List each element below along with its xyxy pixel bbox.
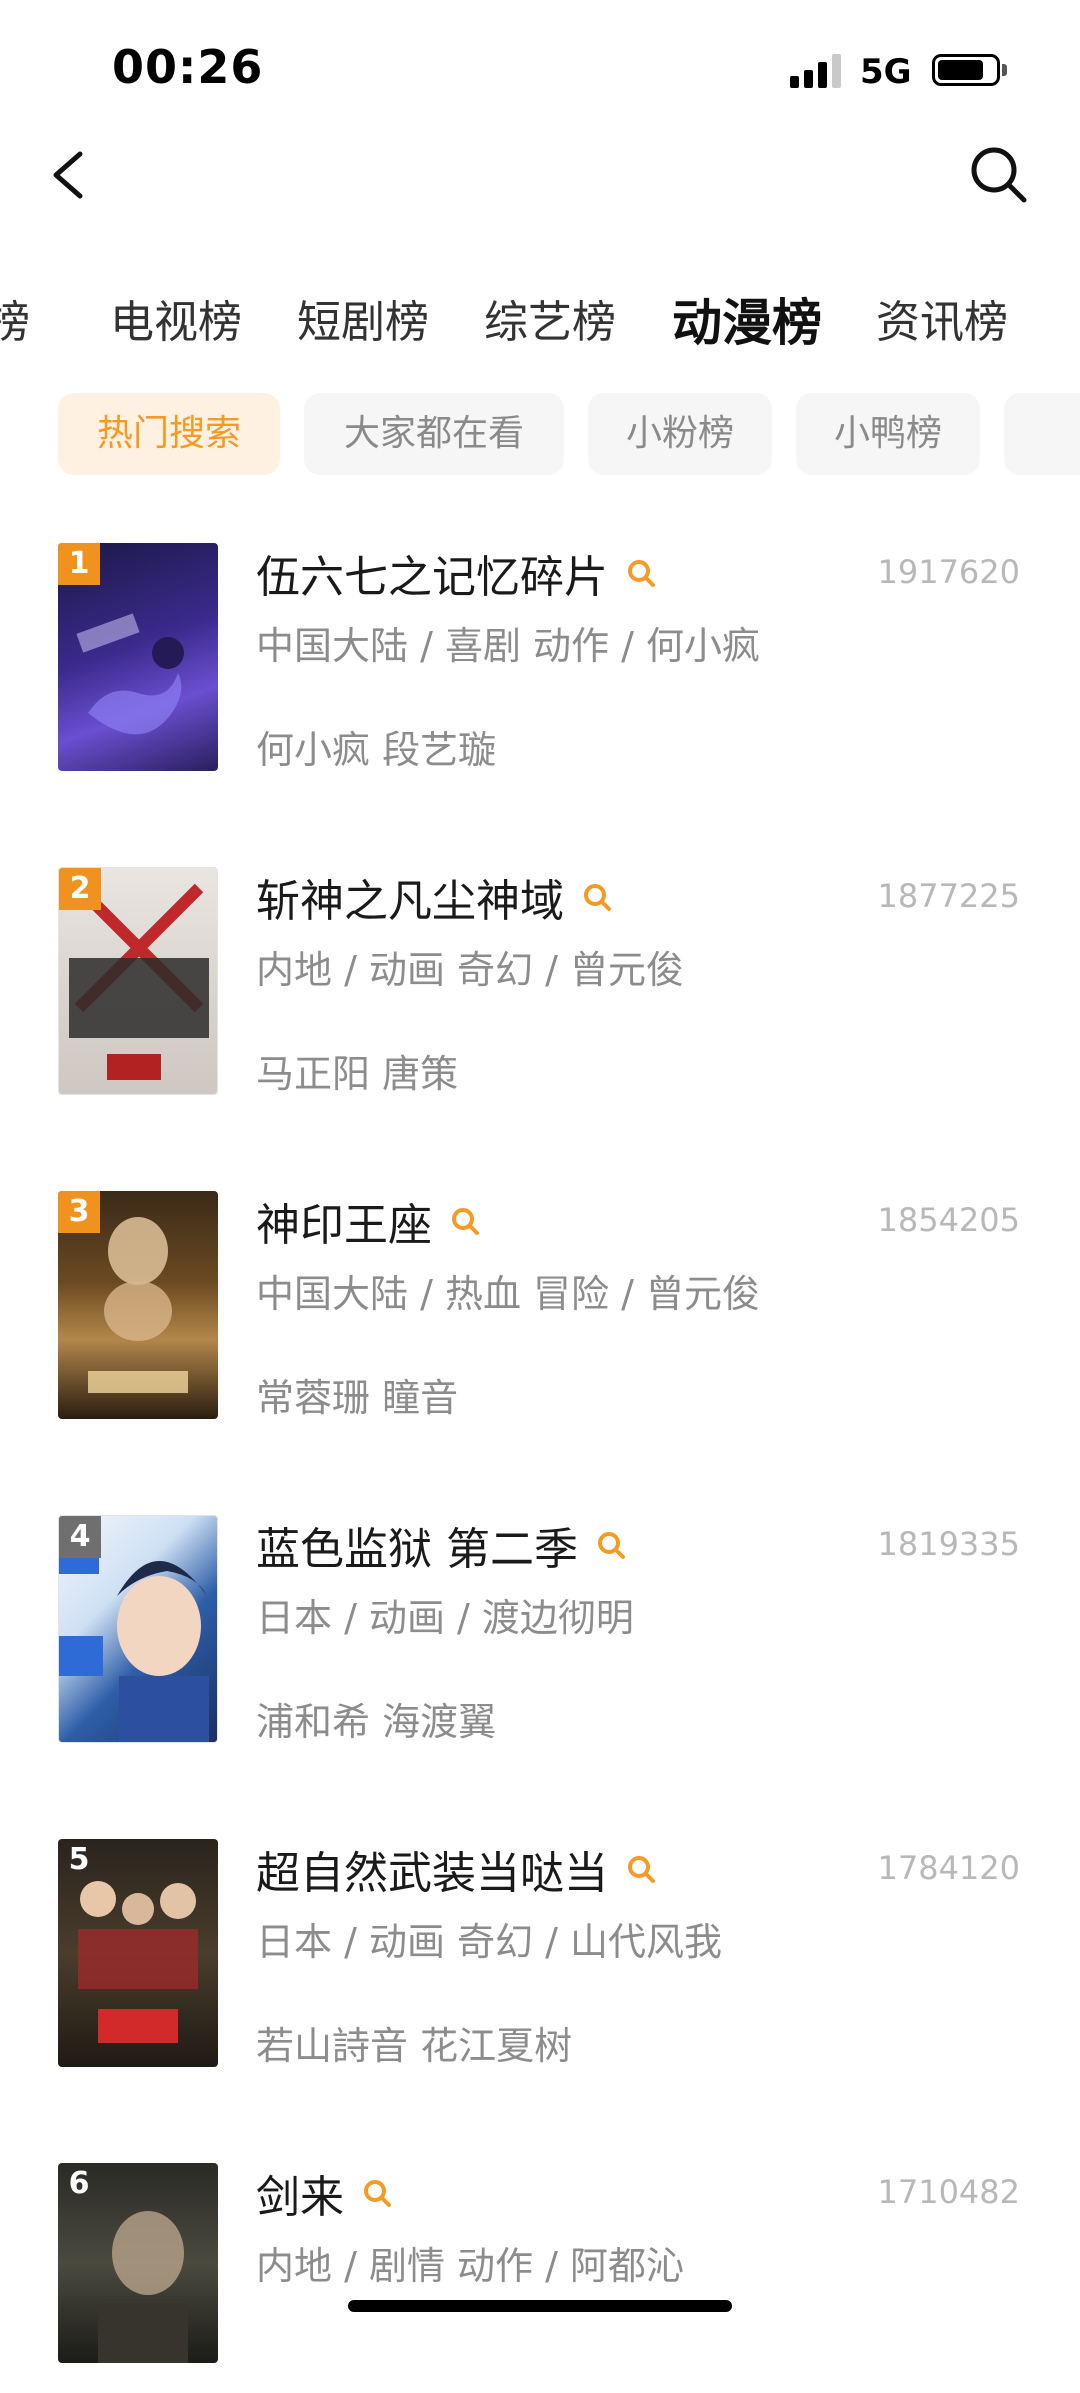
chip-more[interactable]: [1004, 393, 1080, 475]
list-item[interactable]: 6 剑来 1710482 内地 / 剧情 动作 / 阿都沁: [0, 2163, 1080, 2393]
list-item[interactable]: 3 神印王座 1854205 中国大陆 / 热血 冒险 / 曾元俊 常蓉珊 瞳音: [0, 1191, 1080, 1421]
back-button[interactable]: [40, 140, 100, 210]
item-score: 1710482: [877, 2173, 1020, 2211]
title-row: 剑来: [256, 2163, 392, 2223]
search-button[interactable]: [966, 142, 1030, 206]
poster-image[interactable]: 4: [58, 1515, 218, 1743]
search-icon[interactable]: [626, 558, 656, 588]
item-score: 1784120: [877, 1849, 1020, 1887]
chip-hot-search[interactable]: 热门搜索: [58, 393, 280, 475]
battery-tip: [1002, 64, 1007, 76]
list-item[interactable]: 2 斩神之凡尘神域 1877225 内地 / 动画 奇幻 / 曾元俊 马正阳 唐…: [0, 867, 1080, 1097]
item-meta: 中国大陆 / 喜剧 动作 / 何小疯: [256, 624, 761, 668]
rank-badge: 5: [68, 1842, 90, 1877]
list-item[interactable]: 4 蓝色监狱 第二季 1819335 日本 / 动画 / 渡边彻明 浦和希 海渡…: [0, 1515, 1080, 1745]
item-meta: 日本 / 动画 奇幻 / 山代风我: [256, 1920, 723, 1964]
status-time: 00:26: [112, 40, 264, 94]
item-title[interactable]: 斩神之凡尘神域: [256, 865, 564, 929]
home-indicator: [348, 2300, 732, 2312]
title-row: 神印王座: [256, 1191, 480, 1251]
item-meta: 中国大陆 / 热血 冒险 / 曾元俊: [256, 1272, 761, 1316]
battery-fill: [938, 60, 983, 80]
poster-image[interactable]: 6: [58, 2163, 218, 2363]
item-title[interactable]: 神印王座: [256, 1189, 432, 1253]
chip-everyone-watching[interactable]: 大家都在看: [304, 393, 564, 475]
item-title[interactable]: 剑来: [256, 2161, 344, 2225]
item-meta: 日本 / 动画 / 渡边彻明: [256, 1596, 634, 1640]
category-tabs: 榜 电视榜 短剧榜 综艺榜 动漫榜 资讯榜: [0, 288, 1080, 358]
network-label: 5G: [860, 52, 912, 92]
item-title[interactable]: 伍六七之记忆碎片: [256, 541, 608, 605]
rank-badge: 4: [59, 1516, 101, 1558]
list-item[interactable]: 1 伍六七之记忆碎片 1917620 中国大陆 / 喜剧 动作 / 何小疯 何小…: [0, 543, 1080, 773]
item-score: 1917620: [877, 553, 1020, 591]
item-cast: 若山詩音 花江夏树: [256, 2024, 573, 2068]
item-cast: 常蓉珊 瞳音: [256, 1376, 459, 1420]
item-cast: 浦和希 海渡翼: [256, 1700, 497, 1744]
tab-tv[interactable]: 电视榜: [110, 288, 242, 358]
item-cast: 何小疯 段艺璇: [256, 728, 497, 772]
search-icon[interactable]: [596, 1530, 626, 1560]
item-title[interactable]: 蓝色监狱 第二季: [256, 1513, 578, 1577]
signal-icon: [790, 54, 846, 88]
poster-image[interactable]: 2: [58, 867, 218, 1095]
search-icon[interactable]: [450, 1206, 480, 1236]
chip-xiaofen[interactable]: 小粉榜: [588, 393, 772, 475]
rank-badge: 2: [59, 868, 101, 910]
tab-short-drama[interactable]: 短剧榜: [297, 288, 429, 358]
tab-variety[interactable]: 综艺榜: [484, 288, 616, 358]
item-score: 1819335: [877, 1525, 1020, 1563]
poster-image[interactable]: 5: [58, 1839, 218, 2067]
rank-badge: 1: [58, 543, 100, 585]
search-icon[interactable]: [626, 1854, 656, 1884]
item-title[interactable]: 超自然武装当哒当: [256, 1837, 608, 1901]
title-row: 蓝色监狱 第二季: [256, 1515, 626, 1575]
poster-image[interactable]: 1: [58, 543, 218, 771]
search-icon: [971, 147, 1027, 203]
search-icon[interactable]: [582, 882, 612, 912]
item-cast: 马正阳 唐策: [256, 1052, 459, 1096]
title-row: 伍六七之记忆碎片: [256, 543, 656, 603]
status-bar: 00:26 5G: [0, 0, 1080, 140]
poster-image[interactable]: 3: [58, 1191, 218, 1419]
tab-news[interactable]: 资讯榜: [876, 288, 1008, 358]
chip-xiaoya[interactable]: 小鸭榜: [796, 393, 980, 475]
tab-partial[interactable]: 榜: [0, 288, 30, 358]
rank-badge: 6: [68, 2166, 90, 2201]
rank-badge: 3: [58, 1191, 100, 1233]
title-row: 斩神之凡尘神域: [256, 867, 612, 927]
list-item[interactable]: 5 超自然武装当哒当 1784120 日本 / 动画 奇幻 / 山代风我 若山詩…: [0, 1839, 1080, 2069]
battery-icon: [932, 54, 1000, 86]
item-meta: 内地 / 剧情 动作 / 阿都沁: [256, 2244, 685, 2288]
item-score: 1877225: [877, 877, 1020, 915]
title-row: 超自然武装当哒当: [256, 1839, 656, 1899]
search-icon[interactable]: [362, 2178, 392, 2208]
item-meta: 内地 / 动画 奇幻 / 曾元俊: [256, 948, 685, 992]
filter-chips: 热门搜索 大家都在看 小粉榜 小鸭榜: [0, 393, 1080, 475]
chevron-left-icon: [53, 151, 83, 199]
tab-anime[interactable]: 动漫榜: [672, 288, 822, 358]
item-score: 1854205: [877, 1201, 1020, 1239]
